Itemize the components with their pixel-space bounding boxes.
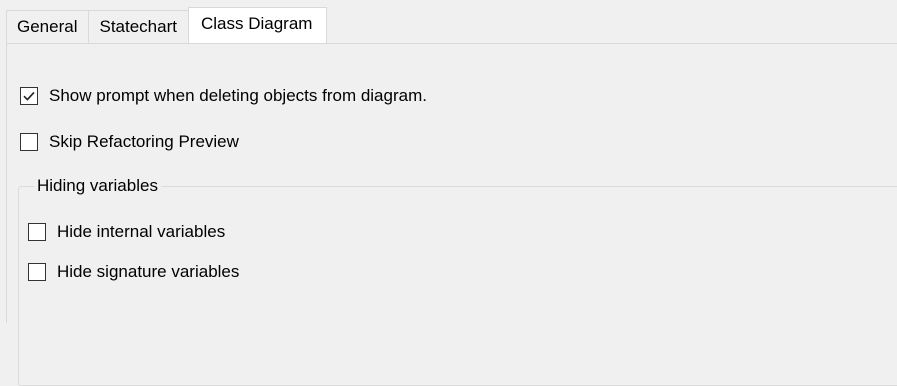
tab-statechart[interactable]: Statechart: [88, 10, 189, 43]
show-prompt-checkbox[interactable]: [20, 87, 38, 105]
skip-refactoring-option[interactable]: Skip Refactoring Preview: [20, 132, 239, 152]
tab-class-diagram[interactable]: Class Diagram: [187, 7, 328, 43]
tab-general-label: General: [17, 17, 78, 36]
tab-strip: General Statechart Class Diagram: [6, 7, 328, 43]
hide-internal-option[interactable]: Hide internal variables: [28, 222, 225, 242]
show-prompt-option[interactable]: Show prompt when deleting objects from d…: [20, 86, 427, 106]
hide-signature-checkbox[interactable]: [28, 263, 46, 281]
hide-internal-checkbox[interactable]: [28, 223, 46, 241]
hiding-variables-title: Hiding variables: [34, 176, 161, 196]
hide-signature-option[interactable]: Hide signature variables: [28, 262, 239, 282]
skip-refactoring-label: Skip Refactoring Preview: [49, 132, 239, 151]
show-prompt-label: Show prompt when deleting objects from d…: [49, 86, 427, 105]
checkmark-icon: [23, 91, 35, 101]
skip-refactoring-checkbox[interactable]: [20, 133, 38, 151]
tab-class-diagram-label: Class Diagram: [200, 14, 313, 33]
tab-general[interactable]: General: [6, 10, 90, 43]
hiding-variables-group: [18, 186, 897, 386]
hide-internal-label: Hide internal variables: [57, 222, 226, 241]
tab-statechart-label: Statechart: [99, 17, 177, 36]
hide-signature-label: Hide signature variables: [57, 262, 240, 281]
